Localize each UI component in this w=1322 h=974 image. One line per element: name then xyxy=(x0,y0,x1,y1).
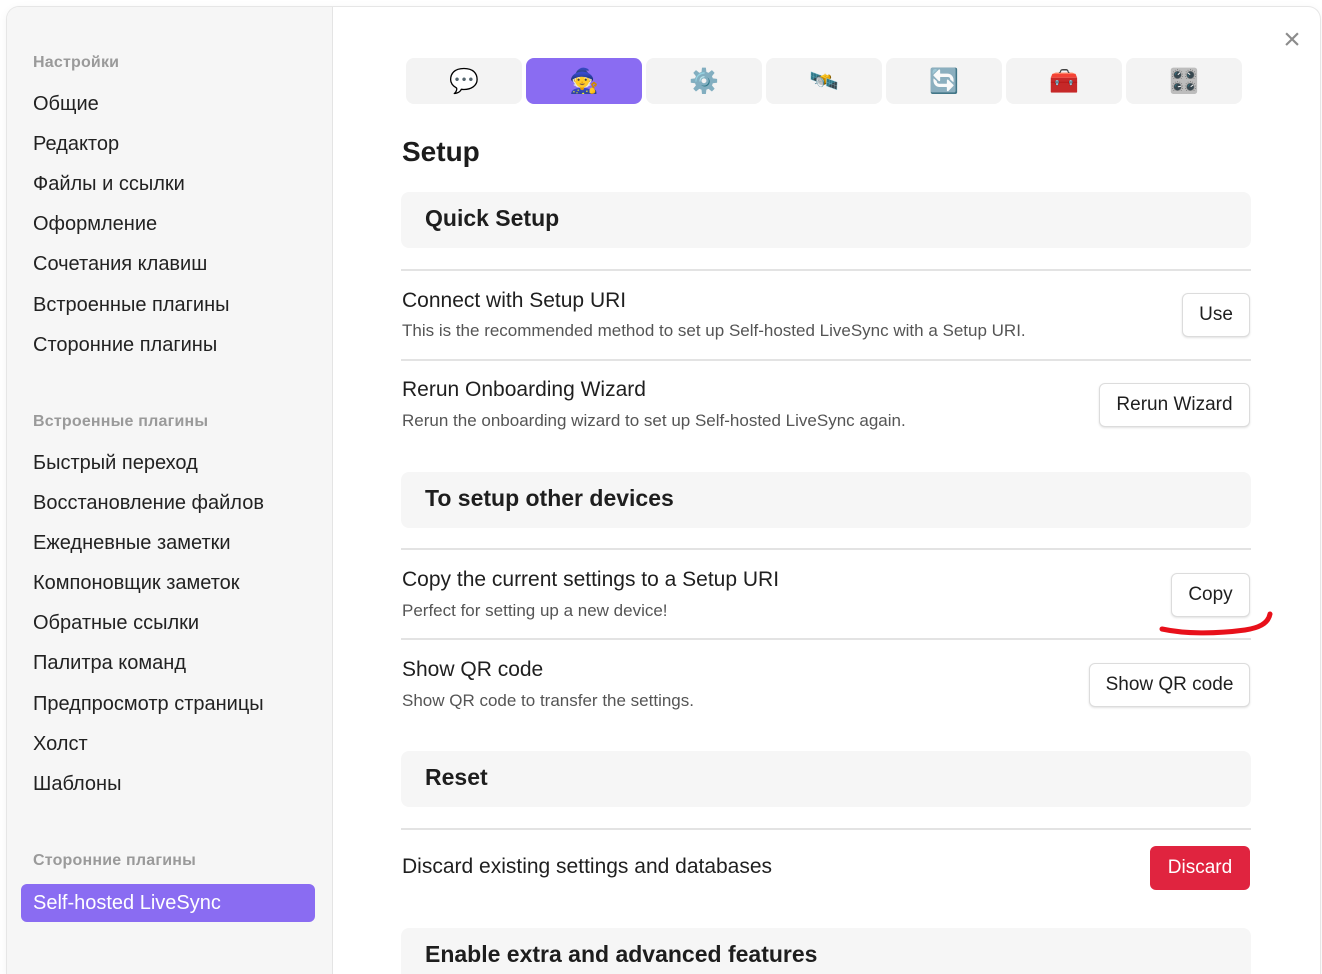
tab-sync[interactable]: 🔄 xyxy=(886,58,1002,104)
sidebar-header-community-plugins: Сторонние плагины xyxy=(33,852,196,869)
sidebar-item-self-hosted-livesync[interactable]: Self-hosted LiveSync xyxy=(21,884,315,922)
divider xyxy=(401,828,1251,830)
divider xyxy=(401,359,1251,361)
sidebar-item-file-recovery[interactable]: Восстановление файлов xyxy=(33,492,264,515)
sidebar-item-command-palette[interactable]: Палитра команд xyxy=(33,652,186,675)
copy-settings-desc: Perfect for setting up a new device! xyxy=(402,601,668,620)
gear-icon: ⚙️ xyxy=(689,67,719,95)
close-icon[interactable]: × xyxy=(1279,25,1305,55)
section-reset: Reset xyxy=(401,751,1251,807)
sidebar-item-note-composer[interactable]: Компоновщик заметок xyxy=(33,572,240,595)
sidebar-item-appearance[interactable]: Оформление xyxy=(33,213,157,236)
tab-toolbox[interactable]: 🧰 xyxy=(1006,58,1122,104)
sidebar-item-general[interactable]: Общие xyxy=(33,93,99,116)
rerun-wizard-title: Rerun Onboarding Wizard xyxy=(402,378,646,401)
tab-speech-bubble[interactable]: 💬 xyxy=(406,58,522,104)
use-button[interactable]: Use xyxy=(1182,293,1250,337)
divider xyxy=(401,548,1251,550)
tab-wizard[interactable]: 🧙 xyxy=(526,58,642,104)
sidebar-item-quick-switcher[interactable]: Быстрый переход xyxy=(33,452,198,475)
section-advanced-features: Enable extra and advanced features xyxy=(401,928,1251,974)
section-heading: To setup other devices xyxy=(425,485,674,511)
toolbox-icon: 🧰 xyxy=(1049,67,1079,95)
sync-icon: 🔄 xyxy=(929,67,959,95)
sidebar-item-files-links[interactable]: Файлы и ссылки xyxy=(33,173,185,196)
section-heading: Enable extra and advanced features xyxy=(425,941,818,967)
section-other-devices: To setup other devices xyxy=(401,472,1251,528)
sidebar-item-core-plugins[interactable]: Встроенные плагины xyxy=(33,294,230,317)
connect-setup-uri-title: Connect with Setup URI xyxy=(402,289,627,312)
copy-settings-title: Copy the current settings to a Setup URI xyxy=(402,568,780,591)
sidebar-item-templates[interactable]: Шаблоны xyxy=(33,773,121,796)
rerun-wizard-desc: Rerun the onboarding wizard to set up Se… xyxy=(402,411,906,430)
show-qr-desc: Show QR code to transfer the settings. xyxy=(402,691,694,710)
sidebar-header-settings: Настройки xyxy=(33,54,120,71)
tab-gear[interactable]: ⚙️ xyxy=(646,58,762,104)
divider xyxy=(401,638,1251,640)
sidebar-header-core-plugins: Встроенные плагины xyxy=(33,413,209,430)
grid-icon: 🎛️ xyxy=(1169,67,1199,95)
sidebar-item-community-plugins[interactable]: Сторонние плагины xyxy=(33,334,217,357)
speech-bubble-icon: 💬 xyxy=(449,67,479,95)
discard-button[interactable]: Discard xyxy=(1150,846,1250,890)
section-heading: Reset xyxy=(425,764,488,790)
settings-modal: Настройки Общие Редактор Файлы и ссылки … xyxy=(7,7,1320,974)
rerun-wizard-button[interactable]: Rerun Wizard xyxy=(1099,383,1250,427)
wizard-icon: 🧙 xyxy=(569,67,599,95)
connect-setup-uri-desc: This is the recommended method to set up… xyxy=(402,321,1026,340)
section-quick-setup: Quick Setup xyxy=(401,192,1251,248)
copy-button[interactable]: Copy xyxy=(1171,573,1250,617)
page-title: Setup xyxy=(402,136,480,167)
show-qr-title: Show QR code xyxy=(402,658,544,681)
show-qr-code-button[interactable]: Show QR code xyxy=(1089,663,1250,707)
satellite-icon: 🛰️ xyxy=(809,67,839,95)
sidebar-item-hotkeys[interactable]: Сочетания клавиш xyxy=(33,253,207,276)
tab-grid[interactable]: 🎛️ xyxy=(1126,58,1242,104)
sidebar-item-canvas[interactable]: Холст xyxy=(33,733,88,756)
settings-sidebar: Настройки Общие Редактор Файлы и ссылки … xyxy=(7,7,333,974)
discard-settings-title: Discard existing settings and databases xyxy=(402,855,773,878)
tab-satellite[interactable]: 🛰️ xyxy=(766,58,882,104)
sidebar-item-editor[interactable]: Редактор xyxy=(33,133,119,156)
sidebar-item-page-preview[interactable]: Предпросмотр страницы xyxy=(33,693,264,716)
sidebar-item-daily-notes[interactable]: Ежедневные заметки xyxy=(33,532,231,555)
sidebar-item-backlinks[interactable]: Обратные ссылки xyxy=(33,612,199,635)
section-heading: Quick Setup xyxy=(425,205,560,231)
divider xyxy=(401,269,1251,271)
